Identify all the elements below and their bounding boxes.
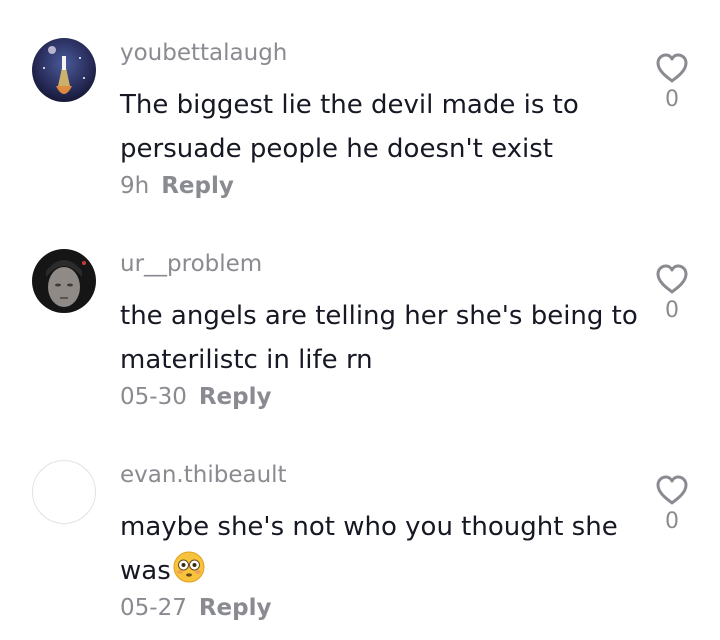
comment-text: the angels are telling her she's being t… — [120, 301, 638, 375]
comment-meta: 05-27 Reply — [120, 595, 272, 621]
heart-outline-icon — [656, 264, 688, 294]
like-button[interactable]: 0 — [652, 52, 692, 112]
comment-time: 05-30 — [120, 384, 187, 410]
comment-item: youbettalaugh The biggest lie the devil … — [0, 0, 720, 211]
comment-item: ur__problem the angels are telling her s… — [0, 211, 720, 422]
avatar[interactable] — [32, 460, 96, 524]
reply-button[interactable]: Reply — [199, 595, 272, 621]
comment-username[interactable]: evan.thibeault — [120, 462, 287, 488]
comment-text: The biggest lie the devil made is to per… — [120, 90, 579, 164]
reply-button[interactable]: Reply — [161, 173, 234, 199]
comment-username[interactable]: ur__problem — [120, 251, 262, 277]
comment-meta: 05-30 Reply — [120, 384, 272, 410]
heart-outline-icon — [656, 53, 688, 83]
avatar[interactable] — [32, 249, 96, 313]
comment-meta: 9h Reply — [120, 173, 234, 199]
comment-text: maybe she's not who you thought she was — [120, 505, 640, 597]
flushed-face-emoji — [173, 551, 205, 597]
like-count: 0 — [665, 509, 679, 534]
reply-button[interactable]: Reply — [199, 384, 272, 410]
like-button[interactable]: 0 — [652, 474, 692, 534]
comment-item: evan.thibeault maybe she's not who you t… — [0, 422, 720, 633]
like-count: 0 — [665, 87, 679, 112]
heart-outline-icon — [656, 475, 688, 505]
comment-username[interactable]: youbettalaugh — [120, 40, 287, 66]
comment-time: 05-27 — [120, 595, 187, 621]
like-count: 0 — [665, 298, 679, 323]
comment-time: 9h — [120, 173, 150, 199]
like-button[interactable]: 0 — [652, 263, 692, 323]
avatar[interactable] — [32, 38, 96, 102]
